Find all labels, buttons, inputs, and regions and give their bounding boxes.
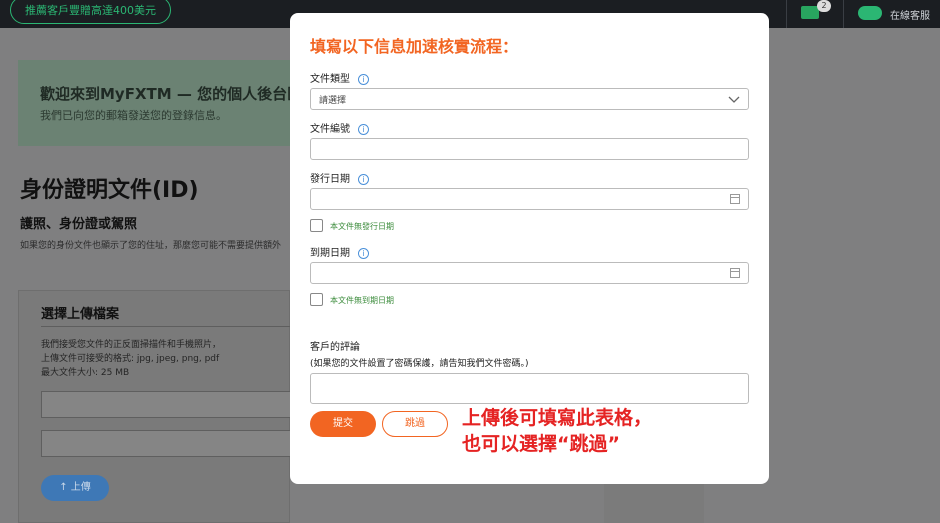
calendar-icon[interactable] bbox=[730, 194, 740, 204]
upload-desc-line: 我們接受您文件的正反面掃描件和手機照片， bbox=[41, 340, 222, 350]
live-chat-label: 在線客服 bbox=[890, 11, 930, 22]
annotation-line: 上傳後可填寫此表格， bbox=[462, 407, 653, 429]
welcome-subtitle: 我們已向您的郵箱發送您的登錄信息。 bbox=[40, 109, 227, 122]
no-issue-date-checkbox[interactable] bbox=[310, 219, 323, 232]
mail-button[interactable]: 2 bbox=[786, 0, 832, 28]
mail-count-badge: 2 bbox=[817, 0, 831, 12]
welcome-title: 歡迎來到MyFXTM — 您的個人後台區 bbox=[40, 85, 303, 103]
doc-type-value: 請選擇 bbox=[319, 96, 347, 106]
no-expiry-date-label: 本文件無到期日期 bbox=[330, 296, 394, 305]
doc-type-label-text: 文件類型 bbox=[310, 74, 350, 85]
calendar-icon[interactable] bbox=[730, 268, 740, 278]
page-title: 身份證明文件(ID) bbox=[20, 178, 199, 203]
skip-button[interactable]: 跳過 bbox=[382, 411, 448, 437]
info-icon[interactable]: i bbox=[358, 73, 369, 85]
submit-button[interactable]: 提交 bbox=[310, 411, 376, 437]
page-subtitle: 護照、身份證或駕照 bbox=[20, 217, 138, 232]
address-note: 如果您的身份文件也顯示了您的住址，那麼您可能不需要提供額外 bbox=[20, 241, 282, 251]
info-icon[interactable]: i bbox=[358, 173, 369, 185]
annotation-text: 上傳後可填寫此表格， 也可以選擇“跳過” bbox=[462, 405, 652, 457]
upload-field-front[interactable] bbox=[41, 391, 291, 418]
issue-date-input[interactable] bbox=[310, 188, 749, 210]
no-expiry-date-checkbox[interactable] bbox=[310, 293, 323, 306]
chat-bubble-icon bbox=[858, 6, 882, 20]
doc-number-label-text: 文件編號 bbox=[310, 124, 350, 135]
upload-card: 選擇上傳檔案 我們接受您文件的正反面掃描件和手機照片， 上傳文件可接受的格式: … bbox=[18, 290, 291, 523]
verification-modal: 填寫以下信息加速核實流程： 文件類型 i 請選擇 文件編號 i 發行日期 i 本文件無… bbox=[290, 13, 769, 484]
modal-title: 填寫以下信息加速核實流程： bbox=[310, 37, 519, 56]
info-icon[interactable]: i bbox=[358, 247, 369, 259]
divider bbox=[41, 326, 291, 327]
doc-number-label: 文件編號 i bbox=[310, 120, 369, 135]
upload-desc-line: 上傳文件可接受的格式: jpg, jpeg, png, pdf bbox=[41, 354, 220, 364]
issue-date-label-text: 發行日期 bbox=[310, 174, 350, 185]
doc-type-label: 文件類型 i bbox=[310, 70, 369, 85]
issue-date-label: 發行日期 i bbox=[310, 170, 369, 185]
upload-button[interactable]: ↑ 上傳 bbox=[41, 475, 109, 501]
welcome-banner: 歡迎來到MyFXTM — 您的個人後台區 我們已向您的郵箱發送您的登錄信息。 bbox=[18, 60, 308, 146]
comment-hint: (如果您的文件設置了密碼保護，請告知我們文件密碼。) bbox=[310, 359, 529, 369]
upload-card-title: 選擇上傳檔案 bbox=[41, 307, 120, 322]
envelope-icon bbox=[801, 6, 819, 19]
live-chat-button[interactable]: 在線客服 bbox=[843, 0, 940, 28]
upload-desc-line: 最大文件大小: 25 MB bbox=[41, 368, 130, 378]
chevron-down-icon bbox=[728, 96, 740, 103]
comment-input[interactable] bbox=[310, 373, 749, 404]
expiry-date-label: 到期日期 i bbox=[310, 244, 369, 259]
upload-field-back[interactable] bbox=[41, 430, 291, 457]
expiry-date-input[interactable] bbox=[310, 262, 749, 284]
info-icon[interactable]: i bbox=[358, 123, 369, 135]
expiry-date-label-text: 到期日期 bbox=[310, 248, 350, 259]
doc-number-input[interactable] bbox=[310, 138, 749, 160]
no-issue-date-label: 本文件無發行日期 bbox=[330, 222, 394, 231]
comment-label: 客戶的評論 bbox=[310, 342, 360, 353]
referral-promo-button[interactable]: 推薦客戶豐贈高達400美元 bbox=[10, 0, 171, 24]
annotation-line: 也可以選擇“跳過” bbox=[462, 433, 620, 455]
upload-description: 我們接受您文件的正反面掃描件和手機照片， 上傳文件可接受的格式: jpg, jp… bbox=[41, 338, 221, 380]
doc-type-select[interactable]: 請選擇 bbox=[310, 88, 749, 110]
